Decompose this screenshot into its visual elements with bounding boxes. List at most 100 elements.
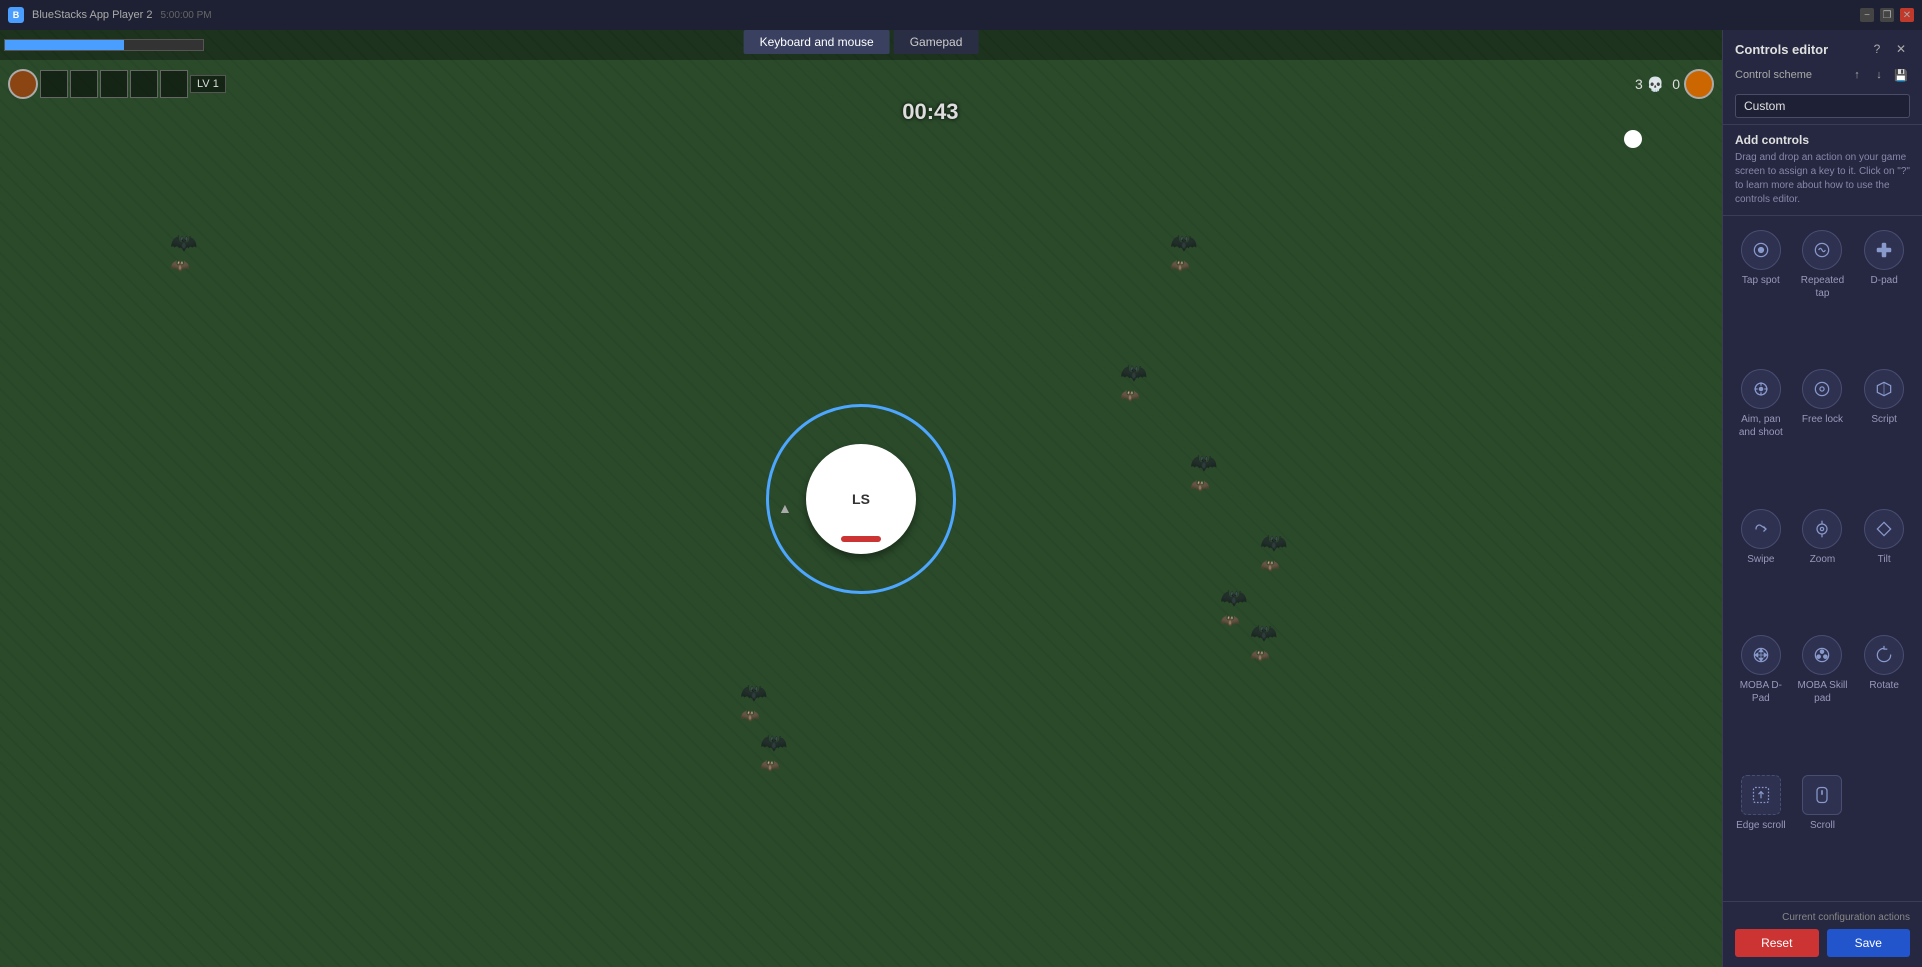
hud-avatar-left [8,69,38,99]
hud-avatar-right [1684,69,1714,99]
app-logo: B [8,7,24,23]
save-button[interactable]: Save [1827,929,1911,957]
progress-bar-container [4,39,204,51]
control-scroll[interactable]: Scroll [1795,771,1851,891]
minimize-button[interactable]: − [1860,8,1874,22]
control-scheme-label: Control scheme [1735,69,1812,81]
repeated-tap-label: Repeated tap [1797,274,1849,300]
swipe-label: Swipe [1747,553,1774,566]
reset-button[interactable]: Reset [1735,929,1819,957]
tap-spot-icon [1741,230,1781,270]
bat-2: 🦇 [1120,360,1150,380]
add-controls-section: Add controls Drag and drop an action on … [1723,125,1922,216]
controls-bottom: Current configuration actions Reset Save [1723,901,1922,967]
controls-panel-header: Controls editor ? ✕ Control scheme ↑ ↓ 💾… [1723,30,1922,125]
hud-kills: 3 💀 [1635,76,1664,93]
control-zoom[interactable]: Zoom [1795,505,1851,625]
restore-button[interactable]: ❐ [1880,8,1894,22]
moba-dpad-icon [1741,635,1781,675]
zoom-label: Zoom [1810,553,1836,566]
bat-6: 🦇 [1250,620,1280,640]
control-repeated-tap[interactable]: Repeated tap [1795,226,1851,359]
script-label: Script [1871,413,1897,426]
close-panel-button[interactable]: ✕ [1892,40,1910,58]
tab-keyboard-mouse[interactable]: Keyboard and mouse [744,30,890,54]
scroll-label: Scroll [1810,819,1835,832]
tilt-icon [1864,509,1904,549]
control-tilt[interactable]: Tilt [1856,505,1912,625]
hud-slot-2 [70,70,98,98]
title-bar: B BlueStacks App Player 2 5:00:00 PM − ❐… [0,0,1922,30]
control-rotate[interactable]: Rotate [1856,631,1912,764]
script-icon [1864,369,1904,409]
free-lock-icon [1802,369,1842,409]
save-scheme-button[interactable]: 💾 [1892,66,1910,84]
bat-5: 🦇 [1220,585,1250,605]
hud-level: LV 1 [190,75,226,93]
game-tabs: Keyboard and mouse Gamepad [744,30,979,54]
rotate-icon [1864,635,1904,675]
control-dpad[interactable]: D-pad [1856,226,1912,359]
progress-bar-fill [5,40,124,50]
tab-gamepad[interactable]: Gamepad [894,30,979,54]
help-button[interactable]: ? [1868,40,1886,58]
hud-slot-4 [130,70,158,98]
control-scheme-select[interactable]: Custom [1735,94,1910,118]
tap-spot-label: Tap spot [1742,274,1780,287]
controls-panel-title: Controls editor ? ✕ [1735,40,1910,58]
hud-right: 3 💀 0 [1635,69,1714,99]
add-controls-desc: Drag and drop an action on your game scr… [1735,151,1910,207]
tilt-label: Tilt [1878,553,1891,566]
aim-pan-shoot-icon [1741,369,1781,409]
hud-timer: 00:43 [902,99,958,125]
scroll-icon [1802,775,1842,815]
white-dot [1624,130,1642,148]
joystick-label: LS [852,491,870,507]
controls-panel: Controls editor ? ✕ Control scheme ↑ ↓ 💾… [1722,30,1922,967]
window-controls: − ❐ ✕ [1860,8,1914,22]
controls-grid: Tap spot Repeated tap [1723,216,1922,901]
control-swipe[interactable]: Swipe [1733,505,1789,625]
app-name: BlueStacks App Player 2 [32,9,152,21]
control-moba-skill[interactable]: MOBA Skill pad [1795,631,1851,764]
edge-scroll-icon [1741,775,1781,815]
control-free-lock[interactable]: Free lock [1795,365,1851,498]
add-controls-title: Add controls [1735,133,1910,147]
dpad-label: D-pad [1871,274,1898,287]
hud-slot-1 [40,70,68,98]
game-area: Keyboard and mouse Gamepad LV 1 00:43 3 [0,30,1722,967]
bat-4: 🦇 [1190,450,1220,470]
cursor-arrow: ▲ [778,500,792,516]
rotate-label: Rotate [1869,679,1898,692]
moba-dpad-label: MOBA D-Pad [1735,679,1787,705]
bat-7: 🦇 [740,680,770,700]
hud-top: LV 1 00:43 3 💀 0 [0,65,1722,129]
share-scheme-button[interactable]: ↑ [1848,66,1866,84]
controls-scheme-actions: ↑ ↓ 💾 [1848,66,1910,84]
joystick-inner: LS [806,444,916,554]
import-scheme-button[interactable]: ↓ [1870,66,1888,84]
bat-3: 🦇 [1170,230,1200,250]
moba-skill-label: MOBA Skill pad [1797,679,1849,705]
control-script[interactable]: Script [1856,365,1912,498]
config-actions-label: Current configuration actions [1735,912,1910,923]
controls-scheme-row: Control scheme ↑ ↓ 💾 [1735,66,1910,90]
hud-slot-5 [160,70,188,98]
bat-9: 🦇 [1260,530,1290,550]
control-moba-dpad[interactable]: MOBA D-Pad [1733,631,1789,764]
zoom-icon [1802,509,1842,549]
free-lock-label: Free lock [1802,413,1843,426]
hud-slot-3 [100,70,128,98]
hud-slots [40,70,188,98]
aim-pan-shoot-label: Aim, pan and shoot [1735,413,1787,439]
control-aim-pan-shoot[interactable]: Aim, pan and shoot [1733,365,1789,498]
joystick-outer: LS [766,404,956,594]
swipe-icon [1741,509,1781,549]
control-edge-scroll[interactable]: Edge scroll [1733,771,1789,891]
control-tap-spot[interactable]: Tap spot [1733,226,1789,359]
bat-1: 🦇 [170,230,200,250]
bat-8: 🦇 [760,730,790,750]
close-button[interactable]: ✕ [1900,8,1914,22]
main-layout: Keyboard and mouse Gamepad LV 1 00:43 3 [0,30,1922,967]
bottom-buttons: Reset Save [1735,929,1910,957]
